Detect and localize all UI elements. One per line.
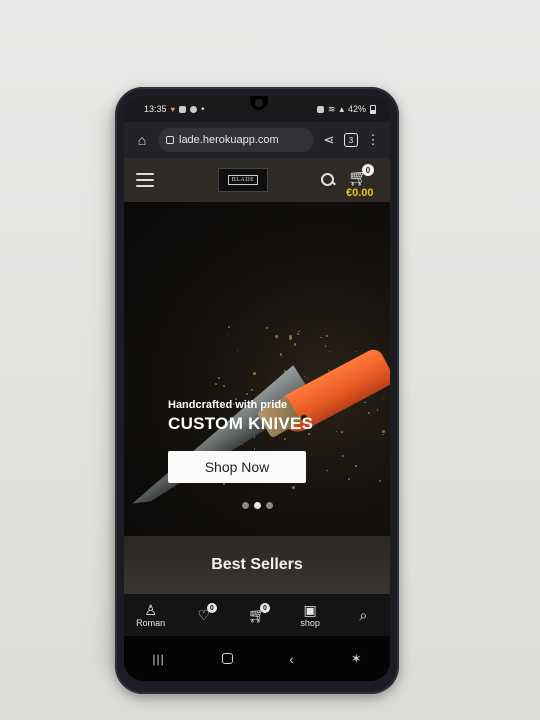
speckle xyxy=(320,336,322,339)
hero-tagline: Handcrafted with pride xyxy=(168,399,288,411)
nav-wishlist[interactable]: ♡ 0 xyxy=(184,603,224,623)
speckle xyxy=(324,345,327,347)
header-search-button[interactable] xyxy=(320,172,336,188)
speckle xyxy=(306,378,309,380)
carousel-dot[interactable] xyxy=(254,502,261,509)
speckle xyxy=(341,430,344,433)
nav-cart[interactable]: 🛒︎ 0 xyxy=(237,603,277,623)
shop-icon: ▣ xyxy=(303,602,317,618)
wishlist-badge: 0 xyxy=(206,603,217,613)
carousel-dot[interactable] xyxy=(266,502,273,509)
nav-shop-label: shop xyxy=(300,618,320,628)
recents-icon[interactable]: ||| xyxy=(152,652,164,666)
status-time: 13:35 xyxy=(144,104,167,114)
carousel-dot[interactable] xyxy=(242,502,249,509)
speckle xyxy=(355,465,357,467)
phone-screen: 13:35 ♥ • ≋ ▴ 42% ⌂ lade.herokuapp.com ⋖… xyxy=(124,96,390,681)
speckle xyxy=(250,388,253,392)
smartphone: 13:35 ♥ • ≋ ▴ 42% ⌂ lade.herokuapp.com ⋖… xyxy=(115,87,399,694)
bottom-navigation: ♙ Roman ♡ 0 🛒︎ 0 ▣ shop ⌕ xyxy=(124,594,390,636)
speckle xyxy=(228,333,230,335)
lock-status-icon xyxy=(316,105,324,113)
accessibility-icon[interactable]: ✶ xyxy=(351,651,362,667)
carousel-dots xyxy=(242,502,273,509)
nav-account[interactable]: ♙ Roman xyxy=(131,602,171,628)
speckle xyxy=(218,377,220,379)
heart-notification-icon: ♥ xyxy=(170,104,176,114)
speckle xyxy=(326,469,328,472)
more-notifications-icon: • xyxy=(201,104,205,114)
speckle xyxy=(382,434,384,436)
hamburger-menu-icon[interactable] xyxy=(136,173,154,187)
cart-badge: 0 xyxy=(259,603,270,613)
speckle xyxy=(378,479,382,483)
knife-blade xyxy=(124,365,315,510)
notification-icon xyxy=(190,105,198,113)
speckle xyxy=(222,384,225,387)
url-text: lade.herokuapp.com xyxy=(179,134,279,146)
logo-text: BLADE xyxy=(227,175,259,185)
speckle xyxy=(329,350,331,353)
speckle xyxy=(341,455,344,457)
speckle xyxy=(280,353,283,356)
speckle xyxy=(368,411,370,414)
share-icon[interactable]: ⋖ xyxy=(322,132,336,148)
user-icon: ♙ xyxy=(144,602,157,618)
lock-icon xyxy=(166,136,174,144)
speckle xyxy=(355,350,357,352)
search-icon xyxy=(320,172,336,188)
wifi-icon: ≋ xyxy=(327,103,336,114)
speckle xyxy=(381,397,383,400)
address-field[interactable]: lade.herokuapp.com xyxy=(158,128,314,152)
speckle xyxy=(303,375,305,377)
best-sellers-heading: Best Sellers xyxy=(124,536,390,594)
speckle xyxy=(335,430,338,433)
speckle xyxy=(254,448,256,450)
speckle xyxy=(275,335,278,338)
speckle xyxy=(215,383,218,386)
cart-total: €0.00 xyxy=(346,187,374,199)
browser-url-bar: ⌂ lade.herokuapp.com ⋖ 3 ⋮ xyxy=(124,122,390,158)
speckle xyxy=(297,332,299,335)
header-cart-button[interactable]: 🛒︎ 0 €0.00 xyxy=(344,162,388,200)
hero-banner xyxy=(124,202,390,536)
speckle xyxy=(246,393,249,396)
site-logo[interactable]: BLADE xyxy=(218,168,268,192)
cart-count-badge: 0 xyxy=(362,164,374,176)
speckle xyxy=(325,335,328,337)
speckle xyxy=(237,349,239,351)
nav-shop[interactable]: ▣ shop xyxy=(290,602,330,628)
shop-now-button[interactable]: Shop Now xyxy=(168,451,306,483)
speckle xyxy=(377,409,379,411)
speckle xyxy=(265,327,268,330)
nav-search[interactable]: ⌕ xyxy=(343,607,383,623)
back-icon[interactable]: ‹ xyxy=(289,651,294,667)
kebab-menu-icon[interactable]: ⋮ xyxy=(366,132,380,148)
signal-icon: ▴ xyxy=(339,103,344,114)
hero-title: CUSTOM KNIVES xyxy=(168,414,314,433)
home-button-icon[interactable] xyxy=(221,653,233,664)
speckle xyxy=(227,325,230,328)
home-icon[interactable]: ⌂ xyxy=(134,132,150,148)
battery-level: 42% xyxy=(347,104,366,114)
speckle xyxy=(288,334,292,338)
site-header: BLADE 🛒︎ 0 €0.00 xyxy=(124,158,390,202)
speckle xyxy=(382,429,385,433)
battery-icon xyxy=(370,104,376,114)
speckle xyxy=(284,437,287,441)
speckle xyxy=(347,477,350,480)
notification-icon xyxy=(179,105,187,113)
system-navigation-bar: ||| ‹ ✶ xyxy=(124,636,390,681)
speckle xyxy=(364,402,366,404)
speckle xyxy=(293,343,297,346)
speckle xyxy=(253,372,256,375)
search-icon: ⌕ xyxy=(359,607,368,623)
speckle xyxy=(291,486,295,490)
tabs-icon[interactable]: 3 xyxy=(344,133,358,147)
nav-account-label: Roman xyxy=(136,618,166,628)
tab-count: 3 xyxy=(348,135,354,145)
